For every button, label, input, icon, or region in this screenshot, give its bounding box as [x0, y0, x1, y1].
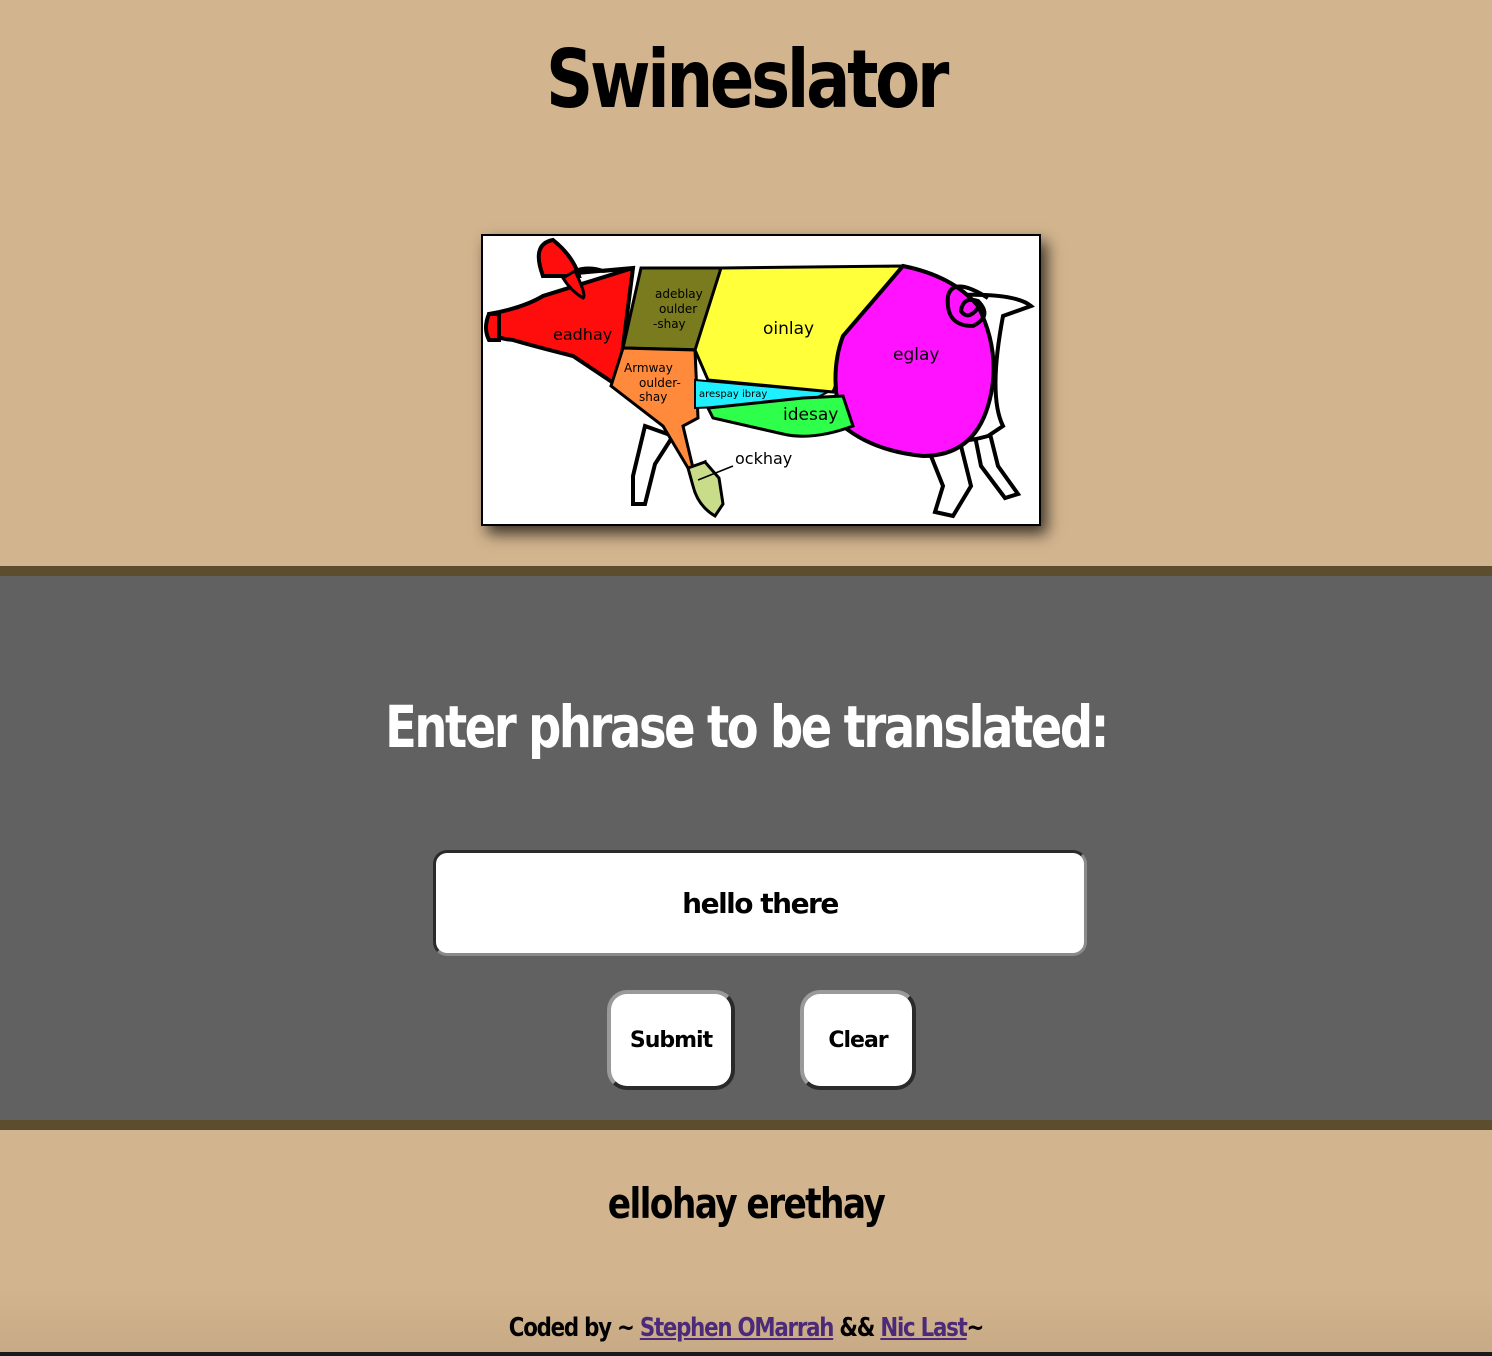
pig-cuts-diagram: eadhay adeblay oulder -shay oinlay eglay…	[481, 234, 1041, 526]
translator-panel	[0, 576, 1492, 1120]
label-arm-shoulder-3: shay	[639, 390, 667, 404]
label-arm-shoulder-2: oulder-	[639, 376, 681, 390]
phrase-input[interactable]	[433, 850, 1087, 956]
footer-separator: &&	[833, 1313, 881, 1343]
label-blade-shoulder-3: -shay	[653, 317, 686, 331]
label-arm-shoulder-1: Armway	[624, 361, 673, 375]
front-back-leg	[631, 423, 677, 506]
page-bottom-border	[0, 1352, 1492, 1356]
author-link-nic[interactable]: Nic Last	[880, 1313, 967, 1343]
hock-cut	[686, 460, 725, 519]
submit-button[interactable]: Submit	[607, 990, 735, 1090]
header-section: Swineslator eadhay adeblay oulder -shay …	[0, 0, 1492, 566]
label-side: idesay	[783, 405, 838, 425]
label-loin: oinlay	[763, 319, 814, 339]
snout	[484, 312, 501, 342]
translate-prompt-heading: Enter phrase to be translated:	[385, 693, 1109, 761]
label-leg: eglay	[893, 345, 939, 365]
section-divider	[0, 566, 1492, 576]
translation-output: ellohay erethay	[607, 1179, 886, 1228]
author-link-stephen[interactable]: Stephen OMarrah	[640, 1313, 835, 1343]
footer-suffix: ~	[966, 1313, 985, 1343]
label-spare-ribs: arespay ibray	[699, 389, 767, 400]
label-hock: ockhay	[735, 449, 792, 468]
label-head: eadhay	[553, 325, 612, 344]
section-divider	[0, 1120, 1492, 1130]
page-title: Swineslator	[545, 33, 949, 126]
label-blade-shoulder-1: adeblay	[655, 287, 703, 301]
footer-prefix: Coded by ~	[508, 1313, 640, 1343]
label-blade-shoulder-2: oulder	[659, 302, 697, 316]
footer-credits: Coded by ~ Stephen OMarrah && Nic Last~	[134, 1308, 1357, 1348]
clear-button[interactable]: Clear	[800, 990, 916, 1090]
pig-illustration: eadhay adeblay oulder -shay oinlay eglay…	[483, 237, 1035, 519]
